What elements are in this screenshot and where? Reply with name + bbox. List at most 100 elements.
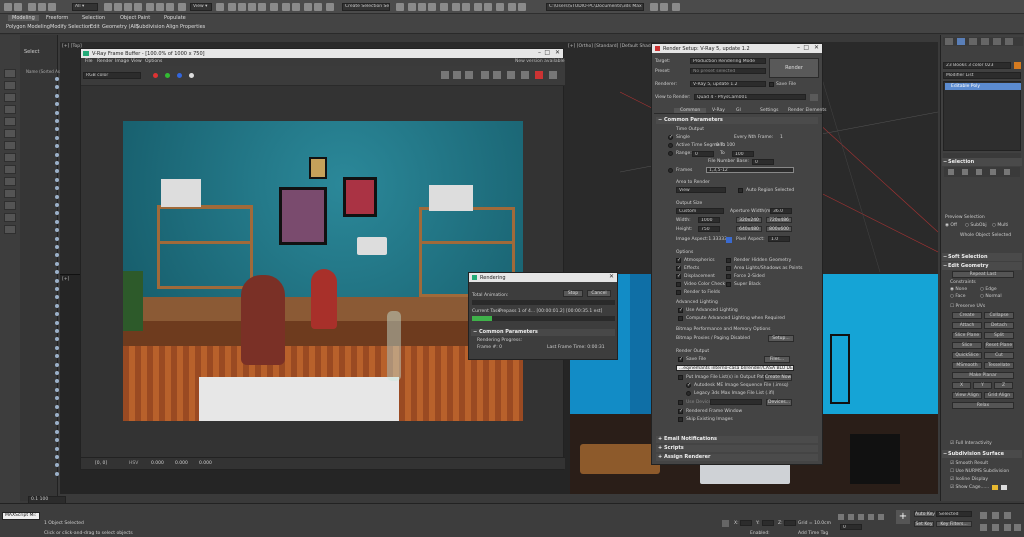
preset-dropdown[interactable]: No preset selected — [690, 68, 766, 74]
hierarchy-tab-icon[interactable] — [969, 38, 977, 45]
save-output-checkbox[interactable] — [678, 356, 683, 362]
single-radio[interactable] — [668, 134, 673, 140]
option-checkbox-3[interactable] — [676, 282, 681, 287]
vfb-menu-render[interactable]: Render — [97, 59, 113, 64]
eye-icon[interactable] — [55, 152, 59, 157]
eye-icon[interactable] — [55, 463, 59, 468]
goto-end-icon[interactable] — [878, 514, 884, 520]
orbit-icon[interactable] — [1004, 524, 1011, 531]
every-nth-value[interactable]: 1 — [780, 135, 783, 140]
explorer-all-filter-icon[interactable] — [4, 201, 16, 210]
res-720x486-button[interactable]: 720x486 — [766, 217, 792, 223]
vfb-maximize-button[interactable]: □ — [544, 49, 550, 56]
eye-icon[interactable] — [55, 362, 59, 367]
next-frame-icon[interactable] — [868, 514, 874, 520]
reference-coordinate-dropdown[interactable]: View ▾ — [190, 3, 212, 11]
explorer-invert-filter-icon[interactable] — [4, 225, 16, 234]
rendered-frame-window-icon[interactable] — [418, 3, 426, 11]
vfb-menu-file[interactable]: File — [85, 59, 93, 64]
frames-field[interactable]: 1,3,5-12 — [706, 167, 794, 173]
project-path-field[interactable]: C:\Users\STUDIO-PC\Documents\3ds Max 202… — [546, 3, 644, 11]
rs-close-button[interactable]: ✕ — [814, 44, 819, 51]
res-320x240-button[interactable]: 320x240 — [736, 217, 762, 223]
vfb-menu-view[interactable]: View — [131, 59, 142, 64]
edit-geometry-op-button[interactable]: Make Planar — [952, 372, 1014, 379]
vertex-icon[interactable] — [948, 169, 954, 175]
width-field[interactable]: 1000 — [698, 217, 720, 223]
res-640x480-button[interactable]: 640x480 — [736, 226, 762, 232]
constraint-edge-radio[interactable]: ○ Edge — [980, 287, 997, 292]
eye-icon[interactable] — [55, 245, 59, 249]
selection-rollout-header[interactable]: Selection — [942, 158, 1022, 166]
edit-geometry-op-button[interactable]: Collapse — [984, 312, 1014, 319]
place-icon[interactable] — [178, 3, 186, 11]
eye-icon[interactable] — [55, 194, 59, 199]
eye-icon[interactable] — [55, 219, 59, 224]
eye-icon[interactable] — [55, 228, 59, 233]
green-channel-icon[interactable] — [165, 73, 170, 78]
ribbon-subtab-edit[interactable]: Edit — [90, 24, 100, 30]
workspace-icon[interactable] — [660, 3, 668, 11]
vray-camera-icon[interactable] — [462, 3, 470, 11]
eye-icon[interactable] — [55, 186, 59, 191]
render-setup-icon[interactable] — [408, 3, 416, 11]
edit-geometry-op-button[interactable]: Slice Plane — [952, 332, 982, 339]
eye-icon[interactable] — [55, 135, 59, 140]
undo-icon[interactable] — [4, 3, 12, 11]
select-by-name-icon[interactable] — [114, 3, 122, 11]
set-key-icon[interactable]: + — [896, 510, 910, 524]
show-cage-checkbox[interactable]: ☑ Show Cage...... — [950, 485, 989, 490]
edit-geometry-op-button[interactable]: QuickSlice — [952, 352, 982, 359]
eye-icon[interactable] — [55, 438, 59, 443]
eye-icon[interactable] — [55, 345, 59, 350]
vfb-menu-options[interactable]: Options — [145, 59, 162, 64]
pivot-center-icon[interactable] — [216, 3, 224, 11]
vray-fur-icon[interactable] — [484, 3, 492, 11]
vfb-close-button[interactable]: ✕ — [555, 49, 560, 56]
add-time-tag-button[interactable]: Add Time Tag — [798, 531, 828, 536]
align-icon[interactable] — [292, 3, 300, 11]
smooth-result-checkbox[interactable]: ☑ Smooth Result — [950, 461, 988, 466]
bitmap-setup-button[interactable]: Setup... — [768, 335, 794, 342]
aspect-lock-icon[interactable] — [726, 237, 732, 243]
red-channel-icon[interactable] — [153, 73, 158, 78]
option-checkbox-0[interactable] — [676, 257, 681, 263]
eye-icon[interactable] — [55, 127, 59, 132]
cage-color-1[interactable] — [992, 485, 998, 490]
edge-icon[interactable] — [962, 169, 968, 175]
percent-snap-icon[interactable] — [248, 3, 256, 11]
edit-geometry-op-button[interactable]: Cut — [984, 352, 1014, 359]
assign-renderer-header[interactable]: Assign Renderer — [656, 454, 818, 461]
render-production-icon[interactable] — [428, 3, 436, 11]
edit-geometry-op-button[interactable]: Slice — [952, 342, 982, 349]
auto-region-checkbox[interactable] — [738, 188, 743, 193]
renderer-dropdown[interactable]: V-Ray 5, update 1.2 — [690, 81, 766, 87]
modifier-stack-item[interactable]: Editable Poly — [945, 83, 1021, 90]
display-tab-icon[interactable] — [993, 38, 1001, 45]
output-size-dropdown[interactable]: Custom — [676, 208, 724, 214]
preview-off-radio[interactable]: ◉ Off — [945, 223, 957, 228]
play-icon[interactable] — [858, 514, 864, 520]
file-number-base-field[interactable]: 0 — [752, 159, 774, 165]
vfb-copy-icon[interactable] — [465, 71, 473, 79]
active-segment-radio[interactable] — [668, 143, 673, 148]
edit-geometry-op-button[interactable]: Grid Align — [984, 392, 1014, 399]
device-field[interactable] — [710, 399, 762, 405]
ribbon-subtab-properties[interactable]: Properties — [180, 24, 205, 30]
use-device-checkbox[interactable] — [678, 400, 683, 405]
save-file-checkbox[interactable] — [769, 82, 774, 87]
create-tab-icon[interactable] — [945, 38, 953, 45]
explorer-select-icon[interactable] — [4, 69, 16, 78]
eye-icon[interactable] — [55, 354, 59, 359]
vfb-track-mouse-icon[interactable] — [493, 71, 501, 79]
edit-geometry-op-button[interactable]: Tessellate — [984, 362, 1014, 369]
subdivision-surface-header[interactable]: Subdivision Surface — [942, 450, 1022, 458]
explorer-helper-filter-icon[interactable] — [4, 141, 16, 150]
rendering-common-params-header[interactable]: Common Parameters — [471, 329, 615, 336]
eye-icon[interactable] — [55, 387, 59, 392]
soft-selection-header[interactable]: Soft Selection — [942, 253, 1022, 261]
vfb-new-version-notice[interactable]: New version available — [515, 59, 564, 64]
vfb-clear-icon[interactable] — [453, 71, 461, 79]
edit-geometry-op-button[interactable]: Reset Plane — [984, 342, 1014, 349]
curve-editor-icon[interactable] — [326, 3, 334, 11]
